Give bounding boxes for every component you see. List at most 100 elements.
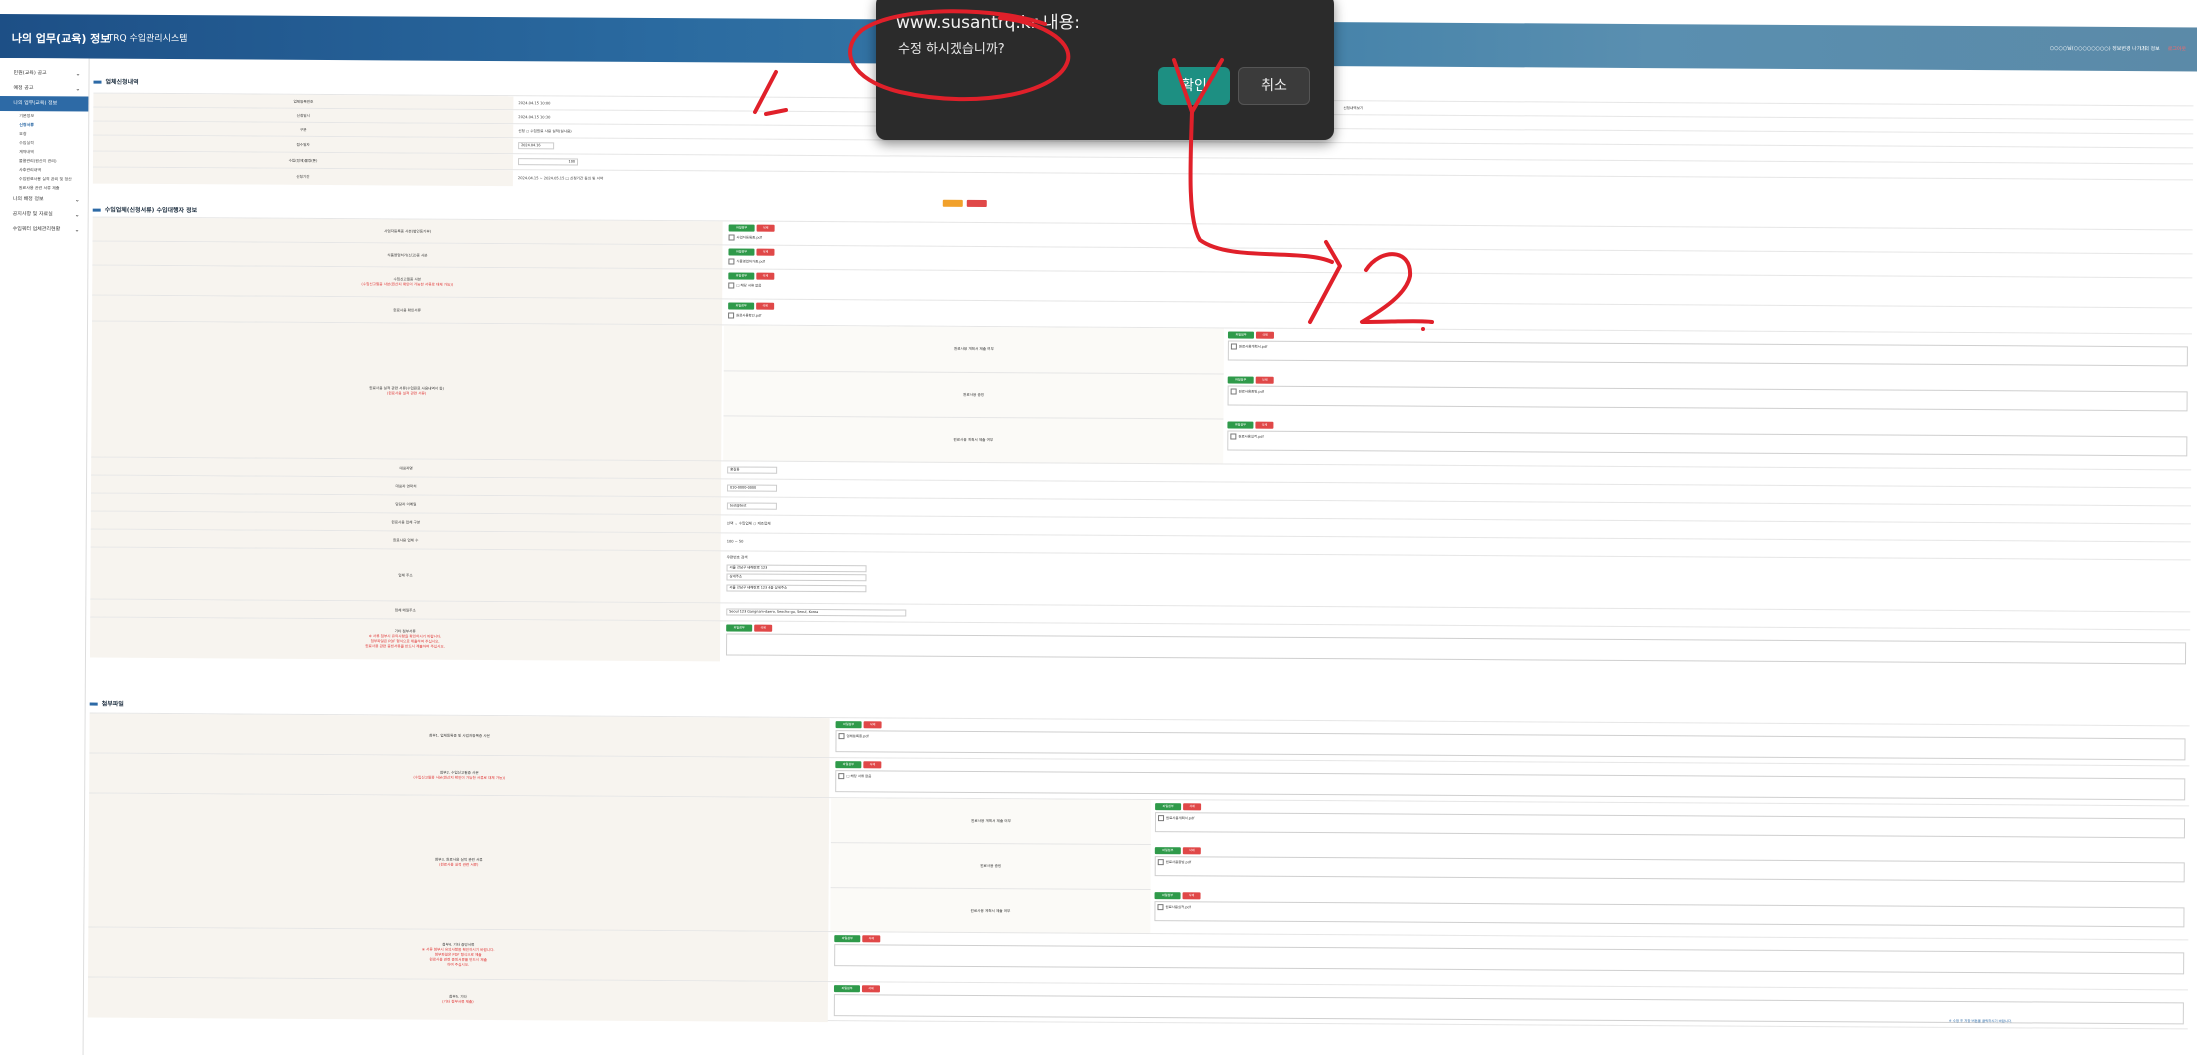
field-label-note: 원료사용 관련 증빙서류를 반드시 제출하여 주십시오. (365, 644, 445, 649)
delete-button[interactable]: 삭제 (863, 761, 882, 769)
delete-all-button[interactable] (966, 199, 987, 208)
file-checkbox[interactable]: 식품영업허가증.pdf (728, 258, 764, 264)
file-checkbox[interactable]: 사업자등록증.pdf (729, 234, 762, 240)
date-input[interactable]: 2024.04.16 (518, 142, 555, 150)
upload-button[interactable]: 파일첨부 (728, 224, 755, 232)
file-list-box: 업체등록증.pdf (835, 730, 2186, 761)
file-checkbox[interactable]: 원료사용증빙.pdf (1158, 859, 1191, 865)
section-title: 수입업체(신청서류) 수입대행자 정보 (92, 205, 198, 214)
file-checkbox[interactable]: 원료사용증빙.pdf (1231, 389, 1264, 395)
confirm-cancel-button[interactable]: 취소 (1238, 67, 1310, 105)
field-label-note: (수입신고필증 사본(원산지 확인이 가능한 서류로 대체 가능)) (413, 775, 506, 781)
period-input[interactable]: 2024.04.15 ~ 2024.05.15 □ 신청기간 동의 및 서약 (518, 176, 603, 182)
sidebar-item-my-info[interactable]: 나의 업무(교육) 정보 (0, 95, 89, 112)
text-input[interactable]: 010-0000-0000 (727, 484, 778, 492)
upload-button[interactable]: 파일첨부 (833, 985, 860, 993)
delete-button[interactable]: 삭제 (861, 985, 880, 993)
field-label-note: (원료사용 실적 관련 서류) (439, 862, 479, 867)
user-info[interactable]: ○○○○님(○○○○○○○○) 정보변경 나가기 (2050, 45, 2146, 53)
sub-label: 원료사용 계획서 제출 여부 (830, 798, 1152, 845)
delete-button[interactable]: 삭제 (1182, 892, 1201, 900)
delete-button[interactable]: 삭제 (862, 935, 881, 943)
address-input[interactable]: 서울 강남구 테헤란로 123 (726, 564, 867, 573)
quantity-input[interactable]: 100 (518, 158, 579, 166)
sidebar-item-application[interactable]: 민원(교육) 공고 ⌄ (0, 66, 89, 82)
sidebar-item-notice[interactable]: 공지사항 및 자료실 ⌄ (0, 207, 88, 223)
chevron-down-icon: ⌄ (74, 196, 80, 204)
field-value: 2024.04.15 10:00 (518, 101, 551, 106)
chevron-down-icon: ⌄ (75, 85, 81, 93)
radio-group[interactable]: 신청 ○ 수입원료 사용 실적(실사용) (518, 129, 572, 134)
file-checkbox[interactable]: 원료사용실적.pdf (1230, 434, 1263, 440)
delete-button[interactable]: 삭제 (754, 624, 773, 632)
file-list-box (834, 944, 2185, 975)
file-list-box: 원료사용증빙.pdf (1227, 385, 2188, 412)
address-full-input[interactable]: 서울 강남구 테헤란로 123 4층 상세주소 (726, 584, 867, 593)
upload-button[interactable]: 파일첨부 (726, 624, 753, 632)
field-label: 신청기간 (92, 167, 513, 187)
file-list-box: 원료사용실적.pdf (1154, 901, 2185, 928)
delete-button[interactable]: 삭제 (1255, 376, 1274, 384)
field-label-note: (원료사용 실적 관련 서류) (386, 391, 427, 396)
page: 나의 업무(교육) 정보 TRQ 수입관리시스템 ○○○○님(○○○○○○○○)… (0, 0, 2197, 1055)
field-label: 원료사용 실적 관련 서류(수입원료 사용내역서 등) (원료사용 실적 관련 … (91, 321, 723, 462)
file-checkbox[interactable]: 원료사용계획서.pdf (1231, 344, 1267, 350)
delete-button[interactable]: 삭제 (1182, 847, 1201, 855)
sidebar-item-label: 나의 업무(교육) 정보 (13, 100, 58, 107)
sidebar-item-schedule[interactable]: 예정 공고 ⌄ (0, 81, 89, 97)
range-input[interactable]: 100 ~ 50 (727, 539, 744, 543)
confirm-ok-button[interactable]: 확인 (1158, 67, 1230, 105)
text-input[interactable]: 홍길동 (727, 466, 778, 474)
file-list-box: 원료사용계획서.pdf (1227, 340, 2188, 367)
file-checkbox[interactable]: □ 해당 서류 없음 (728, 282, 761, 288)
file-checkbox[interactable]: 원료사용실적.pdf (1157, 904, 1190, 910)
company-type-select[interactable]: 선택 ⌄ 수입업체 ○ 제조업체 (727, 521, 771, 526)
upload-button[interactable]: 파일첨부 (1227, 331, 1254, 339)
company-email-input[interactable]: Seoul 123 Gangnam-daero, Seocho-gu, Seou… (726, 608, 907, 617)
upload-button[interactable]: 파일첨부 (1155, 803, 1182, 811)
file-checkbox[interactable]: 원료사용계획서.pdf (1158, 815, 1194, 821)
logout-link[interactable]: 로그아웃 (2168, 45, 2186, 52)
upload-button[interactable]: 파일첨부 (1227, 421, 1254, 429)
file-list-box (726, 633, 2187, 665)
confirm-dialog: www.susantrq.kr 내용: 수정 하시겠습니까? 확인 취소 (876, 0, 1334, 140)
file-checkbox[interactable]: 원료사용확인.pdf (728, 312, 761, 318)
file-checkbox[interactable]: □ 해당 서류 없음 (838, 773, 871, 779)
sub-label: 원료사용 계획서 제출 여부 (723, 325, 1225, 374)
sidebar-item-label: 나의 배정 정보 (12, 196, 44, 203)
section-bar-icon (89, 702, 98, 706)
delete-button[interactable]: 삭제 (756, 302, 775, 310)
upload-button[interactable]: 파일첨부 (1154, 847, 1181, 855)
field-label: 첨부5. 기타 (기타 첨부서류 제출) (87, 977, 829, 1023)
zipcode-input[interactable]: 우편번호 검색 (727, 555, 748, 560)
upload-button[interactable]: 파일첨부 (1227, 376, 1254, 384)
upload-button[interactable]: 파일첨부 (728, 248, 755, 256)
delete-button[interactable]: 삭제 (1183, 803, 1202, 811)
address-detail-input[interactable]: 상세주소 (726, 573, 867, 582)
email-field[interactable]: test@test (726, 502, 777, 510)
delete-button[interactable]: 삭제 (756, 224, 775, 232)
upload-button[interactable]: 파일첨부 (728, 302, 755, 310)
file-checkbox[interactable]: 업체등록증.pdf (839, 733, 869, 739)
my-info-link[interactable]: 나의 정보 (2140, 45, 2160, 52)
brand-title[interactable]: 나의 업무(교육) 정보 (12, 30, 111, 47)
sidebar-item-quota[interactable]: 수입쿼터 업체관리현황 ⌄ (0, 222, 88, 238)
field-label: 첨부4. 기타 증빙서류 ※ 서류 첨부시 유의사항을 확인하시기 바랍니다. … (88, 927, 829, 983)
delete-button[interactable]: 삭제 (863, 721, 882, 729)
upload-button[interactable]: 파일첨부 (834, 935, 861, 943)
field-label: 첨부3. 원료사용 실적 관련 서류 (원료사용 실적 관련 서류) (88, 793, 830, 933)
upload-button[interactable]: 파일첨부 (728, 272, 755, 280)
sidebar-item-allocation[interactable]: 나의 배정 정보 ⌄ (0, 192, 88, 208)
upload-button[interactable]: 파일첨부 (835, 721, 862, 729)
field-label: 첨부1. 업체등록증 및 사업자등록증 사본 (89, 713, 830, 759)
delete-button[interactable]: 삭제 (1255, 421, 1274, 429)
section-title: 첨부파일 (89, 699, 124, 708)
section-bar-icon (92, 208, 101, 212)
upload-button[interactable]: 파일첨부 (1154, 892, 1181, 900)
save-button[interactable] (942, 199, 963, 207)
delete-button[interactable]: 삭제 (756, 272, 775, 280)
field-label: 첨부2. 수입신고필증 사본 (수입신고필증 사본(원산지 확인이 가능한 서류… (89, 753, 830, 799)
upload-button[interactable]: 파일첨부 (835, 761, 862, 769)
delete-button[interactable]: 삭제 (756, 248, 775, 256)
delete-button[interactable]: 삭제 (1255, 331, 1274, 339)
